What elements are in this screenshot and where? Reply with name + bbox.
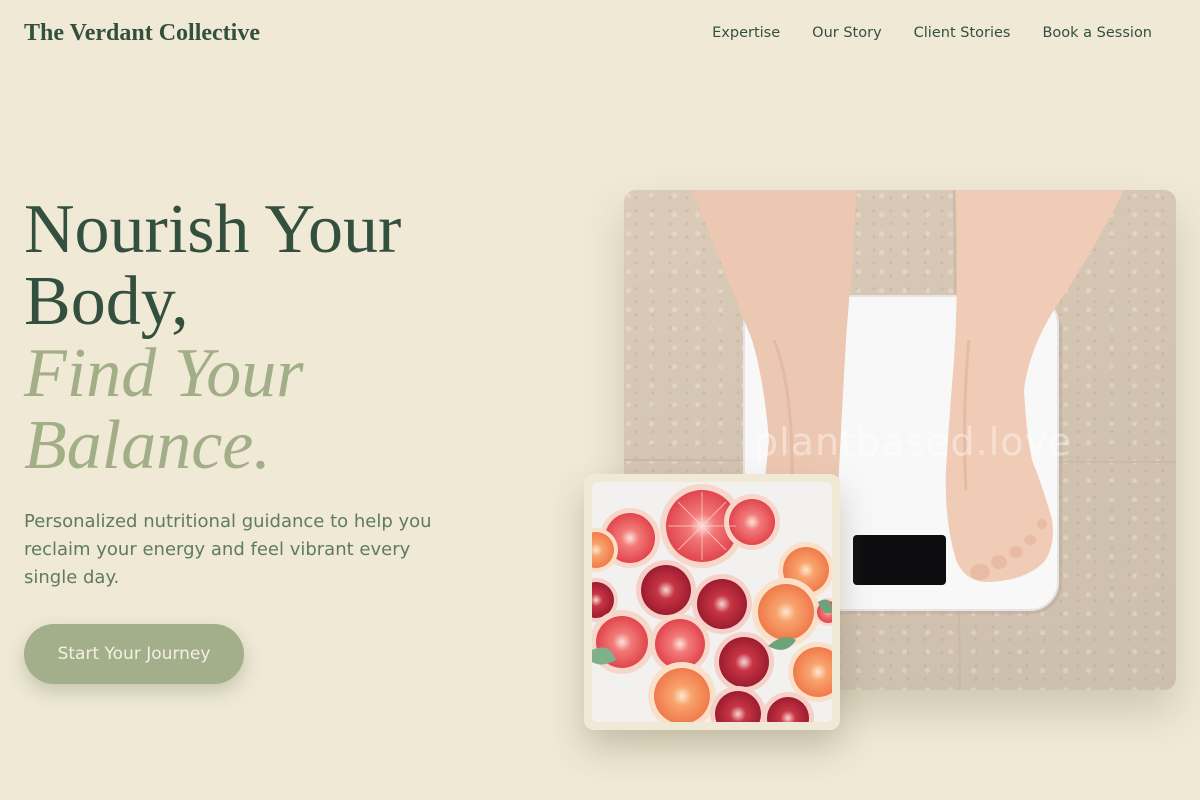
- headline-line-1: Nourish Your: [24, 191, 402, 268]
- headline-line-2: Body,: [24, 263, 189, 340]
- nav-link-client-stories[interactable]: Client Stories: [914, 25, 1011, 41]
- nav-link-expertise[interactable]: Expertise: [712, 25, 780, 41]
- brand-logo[interactable]: The Verdant Collective: [24, 20, 260, 47]
- main-nav: Expertise Our Story Client Stories Book …: [712, 25, 1152, 41]
- hero-photo-grapefruit: [584, 474, 840, 730]
- hero-subtext: Personalized nutritional guidance to hel…: [24, 511, 432, 588]
- headline-accent-line-1: Find Your: [24, 335, 304, 412]
- nav-link-book-session[interactable]: Book a Session: [1042, 25, 1152, 41]
- start-journey-button[interactable]: Start Your Journey: [24, 624, 244, 684]
- hero-headline: Nourish Your Body, Find Your Balance.: [24, 194, 544, 482]
- grapefruit-image-frame: [592, 482, 832, 722]
- grapefruit-illustration: [592, 482, 832, 722]
- headline-accent-line-2: Balance.: [24, 407, 271, 484]
- nav-link-our-story[interactable]: Our Story: [812, 25, 881, 41]
